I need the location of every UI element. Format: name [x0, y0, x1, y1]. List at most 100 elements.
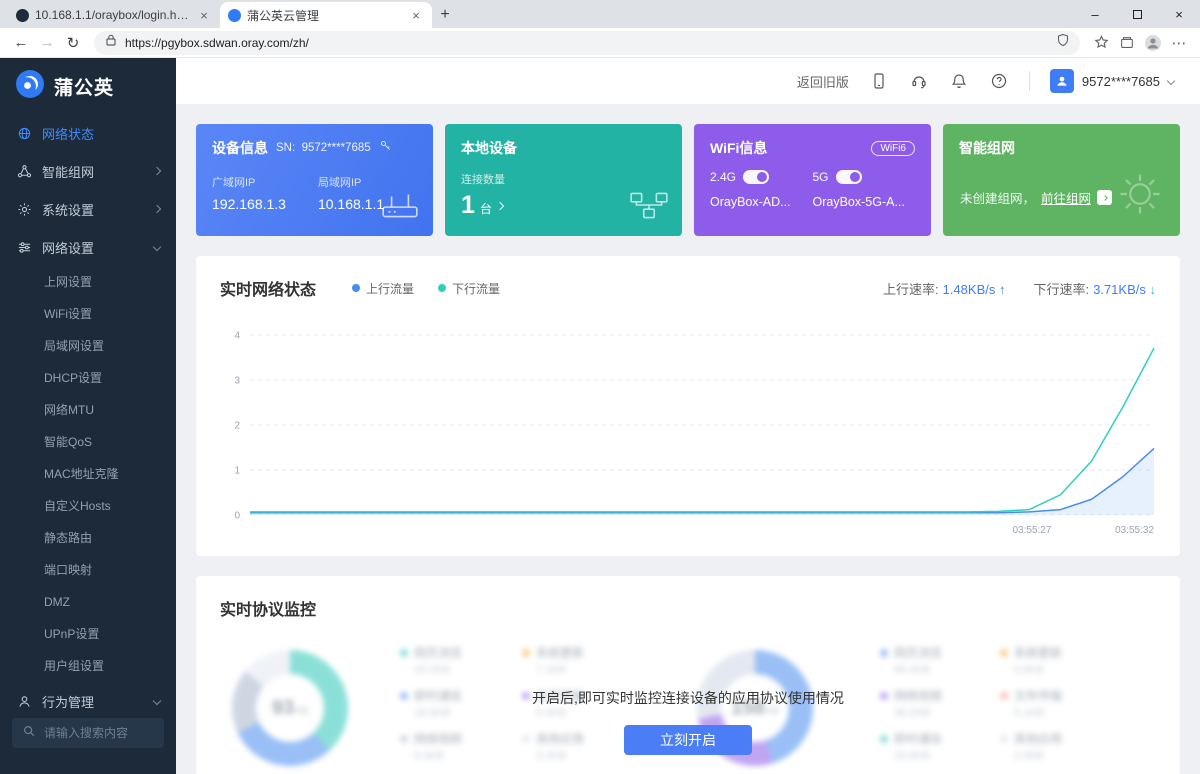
- window-minimize-button[interactable]: –: [1074, 0, 1116, 28]
- favorite-star-icon[interactable]: [1088, 31, 1114, 55]
- browser-tab-login[interactable]: 10.168.1.1/oraybox/login.html?r ×: [8, 2, 220, 28]
- back-icon[interactable]: ←: [8, 31, 34, 55]
- sidebar-subitem[interactable]: 智能QoS: [0, 426, 176, 458]
- sidebar-nav: 网络状态 智能组网 系统设置 网络设置 上网设置 WiFi设置 局域网设置 DHCP设置 网络M…: [0, 114, 176, 720]
- tab-favicon: [16, 8, 29, 22]
- account-menu[interactable]: 9572****7685: [1049, 69, 1176, 93]
- chevron-down-icon: [152, 696, 162, 706]
- svg-text:0: 0: [234, 511, 240, 522]
- account-number: 9572****7685: [1081, 73, 1160, 89]
- browser-profile-avatar[interactable]: [1140, 31, 1166, 55]
- svg-text:03:55:27: 03:55:27: [1012, 525, 1051, 536]
- phone-icon[interactable]: [869, 71, 889, 91]
- network-chart: 0 1 2 3 4 03:55:27 03:55:32: [234, 331, 1155, 536]
- rate-readouts: 上行速率: 1.48KB/s ↑ 下行速率: 3.71KB/s ↓: [883, 279, 1156, 298]
- sidebar-search[interactable]: [12, 718, 164, 748]
- svg-text:2: 2: [234, 421, 240, 432]
- window-controls: – ×: [1074, 0, 1200, 28]
- sidebar-item-system-settings[interactable]: 系统设置: [0, 190, 176, 228]
- refresh-icon[interactable]: ↻: [60, 31, 86, 55]
- enable-button[interactable]: 立刻开启: [624, 725, 752, 755]
- summary-cards: 设备信息 SN: 9572****7685 广域网IP 192.168.1.3 …: [196, 124, 1180, 236]
- sidebar-item-smart-network[interactable]: 智能组网: [0, 152, 176, 190]
- sidebar-search-input[interactable]: [44, 726, 154, 740]
- sidebar-subitem[interactable]: WiFi设置: [0, 298, 176, 330]
- lan-ip-value: 10.168.1.1: [317, 196, 385, 212]
- sidebar-item-network-settings[interactable]: 网络设置: [0, 228, 176, 266]
- tab-close-icon[interactable]: ×: [196, 8, 212, 23]
- lan-ip-block: 局域网IP 10.168.1.1: [317, 177, 385, 212]
- tab-title: 蒲公英云管理: [247, 8, 320, 23]
- new-tab-button[interactable]: +: [432, 2, 458, 28]
- wifi-24g-toggle[interactable]: [743, 170, 770, 184]
- band-24g: 2.4G: [710, 170, 813, 184]
- svg-text:3: 3: [234, 376, 240, 387]
- gear-icon: [1114, 168, 1166, 225]
- divider: [1028, 71, 1030, 91]
- site-shield-icon[interactable]: [1056, 33, 1070, 52]
- bell-icon[interactable]: [949, 71, 969, 91]
- address-bar[interactable]: https://pgybox.sdwan.oray.com/zh/: [94, 30, 1080, 55]
- sidebar-item-network-status[interactable]: 网络状态: [0, 114, 176, 152]
- sidebar-subitem[interactable]: DMZ: [0, 586, 176, 618]
- sidebar-subitem[interactable]: 端口映射: [0, 554, 176, 586]
- browser-menu-icon[interactable]: ⋯: [1166, 31, 1192, 55]
- sidebar-subitem[interactable]: 网络MTU: [0, 394, 176, 426]
- collections-icon[interactable]: [1114, 31, 1140, 55]
- lock-icon: [104, 33, 118, 52]
- down-arrow-icon: ↓: [1149, 281, 1157, 297]
- sidebar-subitem[interactable]: 静态路由: [0, 522, 176, 554]
- globe-icon: [16, 125, 32, 141]
- sidebar-subitem[interactable]: UPnP设置: [0, 618, 176, 650]
- browser-nav-bar: ← → ↻ https://pgybox.sdwan.oray.com/zh/ …: [0, 28, 1200, 58]
- tab-close-icon[interactable]: ×: [408, 8, 424, 23]
- tab-favicon: [228, 8, 241, 22]
- wan-ip-block: 广域网IP 192.168.1.3: [212, 177, 286, 212]
- service-icon[interactable]: [909, 71, 929, 91]
- sidebar-subitem[interactable]: 局域网设置: [0, 330, 176, 362]
- ssid-24g: OrayBox-AD...: [710, 195, 791, 209]
- search-icon: [22, 724, 36, 743]
- sliders-icon: [16, 239, 32, 255]
- sidebar-subitem[interactable]: 自定义Hosts: [0, 490, 176, 522]
- forward-icon[interactable]: →: [34, 31, 60, 55]
- smart-network-card: 智能组网 未创建组网， 前往组网: [943, 124, 1180, 236]
- chart-legend: 上行流量 下行流量: [352, 280, 500, 297]
- card-title: 设备信息: [212, 140, 268, 156]
- help-icon[interactable]: [989, 71, 1009, 91]
- wan-ip-value: 192.168.1.3: [212, 196, 286, 212]
- go-arrow-icon[interactable]: [1097, 190, 1112, 205]
- brand-logo: 蒲公英: [0, 58, 176, 114]
- account-avatar: [1049, 69, 1074, 93]
- svg-text:1: 1: [234, 466, 240, 477]
- protocol-monitor-panel: 实时协议监控 93 KB 网页浏览 45.2KB 即时通信 18.6KB 网络视频 9.3K…: [196, 576, 1180, 774]
- browser-tab-cloud[interactable]: 蒲公英云管理 ×: [220, 2, 432, 28]
- main-content: 设备信息 SN: 9572****7685 广域网IP 192.168.1.3 …: [176, 104, 1200, 774]
- go-to-network-link[interactable]: 前往组网: [1041, 188, 1091, 207]
- sidebar-subitem[interactable]: MAC地址克隆: [0, 458, 176, 490]
- topbar: 返回旧版 9572****7685: [176, 58, 1200, 104]
- ssid-5g: OrayBox-5G-A...: [812, 195, 905, 209]
- panel-title: 实时网络状态: [220, 282, 317, 299]
- user-icon: [16, 693, 32, 709]
- sidebar-subitem[interactable]: 用户组设置: [0, 650, 176, 682]
- device-info-card: 设备信息 SN: 9572****7685 广域网IP 192.168.1.3 …: [196, 124, 433, 236]
- chevron-right-icon: [152, 166, 162, 176]
- sidebar-item-behavior-management[interactable]: 行为管理: [0, 682, 176, 720]
- local-devices-card[interactable]: 本地设备 连接数量 1 台: [445, 124, 682, 236]
- sidebar-subitem[interactable]: DHCP设置: [0, 362, 176, 394]
- realtime-network-panel: 实时网络状态 上行流量 下行流量 上行速率: 1.48KB/s ↑ 下行速率: 3.…: [196, 256, 1180, 556]
- sidebar-subitem[interactable]: 上网设置: [0, 266, 176, 298]
- back-to-old-link[interactable]: 返回旧版: [797, 72, 849, 91]
- window-close-button[interactable]: ×: [1158, 0, 1200, 28]
- protocol-overlay: 开启后,即可实时监控连接设备的应用协议使用情况 立刻开启: [196, 576, 1180, 774]
- down-rate: 下行速率: 3.71KB/s ↓: [1033, 281, 1157, 297]
- nodes-icon: [16, 163, 32, 179]
- legend-downstream: 下行流量: [438, 280, 500, 297]
- wifi-5g-toggle[interactable]: [835, 170, 862, 184]
- chevron-right-icon: [495, 201, 505, 210]
- gear-icon: [16, 201, 32, 217]
- window-maximize-button[interactable]: [1116, 0, 1158, 28]
- router-icon: [379, 189, 421, 226]
- tab-title: 10.168.1.1/oraybox/login.html?r: [35, 8, 190, 22]
